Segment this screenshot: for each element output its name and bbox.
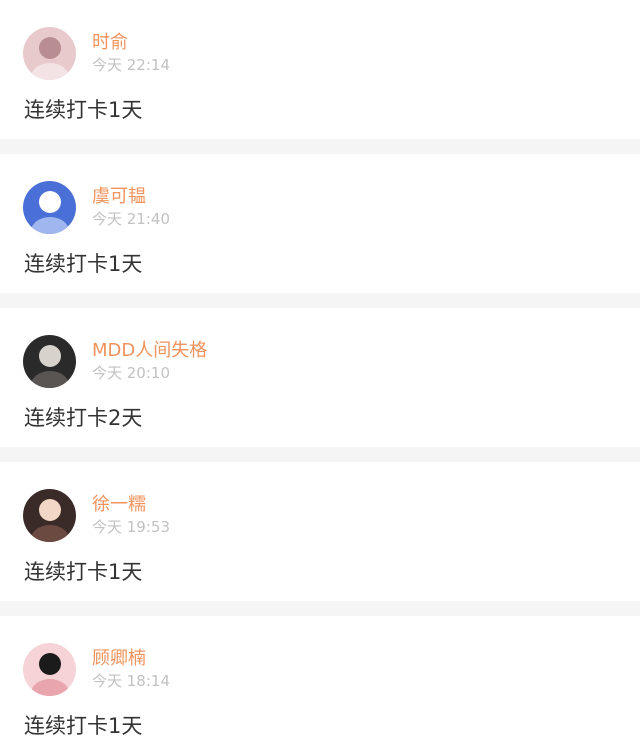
post-timestamp: 今天 18:14 [92, 672, 170, 690]
checkin-streak-text: 连续打卡1天 [24, 252, 143, 276]
user-avatar[interactable] [23, 335, 76, 388]
username[interactable]: MDD人间失格 [92, 340, 207, 362]
checkin-streak-text: 连续打卡1天 [24, 98, 143, 122]
checkin-post-card-2[interactable]: 虞可韫 今天 21:40 连续打卡1天 [0, 154, 640, 293]
post-timestamp: 今天 21:40 [92, 210, 170, 228]
user-avatar[interactable] [23, 643, 76, 696]
post-timestamp: 今天 22:14 [92, 56, 170, 74]
username[interactable]: 顾卿楠 [92, 648, 146, 670]
user-avatar[interactable] [23, 27, 76, 80]
checkin-feed: 时俞 今天 22:14 连续打卡1天 虞可韫 今天 21:40 连续打卡1天 M… [0, 0, 640, 742]
user-avatar[interactable] [23, 489, 76, 542]
avatar-girl-smiling-icon [23, 489, 76, 542]
username[interactable]: 徐一糯 [92, 494, 146, 516]
user-avatar[interactable] [23, 181, 76, 234]
avatar-dark-portrait-icon [23, 335, 76, 388]
checkin-post-card-3[interactable]: MDD人间失格 今天 20:10 连续打卡2天 [0, 308, 640, 447]
checkin-post-card-5[interactable]: 顾卿楠 今天 18:14 连续打卡1天 [0, 616, 640, 742]
username[interactable]: 虞可韫 [92, 186, 146, 208]
username[interactable]: 时俞 [92, 32, 128, 54]
post-timestamp: 今天 19:53 [92, 518, 170, 536]
checkin-streak-text: 连续打卡1天 [24, 560, 143, 584]
post-timestamp: 今天 20:10 [92, 364, 170, 382]
checkin-streak-text: 连续打卡2天 [24, 406, 143, 430]
avatar-pink-dark-icon [23, 643, 76, 696]
checkin-streak-text: 连续打卡1天 [24, 714, 143, 738]
avatar-blue-stage-icon [23, 181, 76, 234]
checkin-post-card-4[interactable]: 徐一糯 今天 19:53 连续打卡1天 [0, 462, 640, 601]
checkin-post-card-1[interactable]: 时俞 今天 22:14 连续打卡1天 [0, 0, 640, 139]
avatar-pink-clothing-icon [23, 27, 76, 80]
